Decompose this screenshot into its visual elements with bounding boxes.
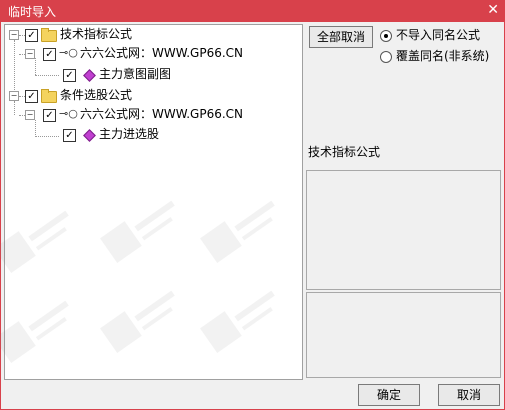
skip-duplicates-label[interactable]: 不导入同名公式 xyxy=(396,27,480,43)
tree-source-label: 六六公式网：WWW.GP66.CN xyxy=(80,46,244,60)
formula-icon xyxy=(83,129,96,142)
watermark-logo xyxy=(0,300,69,363)
collapse-icon[interactable]: − xyxy=(9,91,19,101)
tree-formula-label: 主力意图副图 xyxy=(99,67,172,81)
watermark-logo xyxy=(0,210,69,273)
tree-connector xyxy=(35,136,59,137)
collapse-icon[interactable]: − xyxy=(9,30,19,40)
formula-icon xyxy=(83,69,96,82)
tree-connector xyxy=(14,101,15,115)
formula-checkbox[interactable]: ✓ xyxy=(63,129,76,142)
window-title: 临时导入 xyxy=(8,5,57,19)
deselect-all-button[interactable]: 全部取消 xyxy=(309,26,373,48)
source-checkbox[interactable]: ✓ xyxy=(43,109,56,122)
tree-group-label: 技术指标公式 xyxy=(60,27,133,41)
cancel-button[interactable]: 取消 xyxy=(438,384,500,406)
tree-connector xyxy=(35,120,36,137)
folder-icon xyxy=(41,28,57,42)
skip-duplicates-radio[interactable] xyxy=(380,30,392,42)
watermark-logo xyxy=(100,290,175,353)
title-bar: 临时导入 ✕ xyxy=(0,0,505,22)
overwrite-duplicates-radio[interactable] xyxy=(380,51,392,63)
key-icon: ⊸○ xyxy=(59,107,78,120)
watermark-logo xyxy=(200,200,275,263)
watermark-logo xyxy=(200,290,275,353)
ok-button[interactable]: 确定 xyxy=(358,384,420,406)
formula-info-box xyxy=(306,170,501,290)
formula-tree[interactable]: − ✓ 技术指标公式 − ✓ ⊸○ 六六公式网：WWW.GP66.CN ✓ 主力… xyxy=(0,24,303,380)
tree-formula-label: 主力进选股 xyxy=(99,127,160,141)
collapse-icon[interactable]: − xyxy=(25,110,35,120)
watermark-logo xyxy=(100,200,175,263)
tree-connector xyxy=(14,40,15,96)
close-icon[interactable]: ✕ xyxy=(487,1,499,19)
folder-icon xyxy=(41,89,57,103)
footer: 确定 取消 xyxy=(0,380,505,410)
details-section-label: 技术指标公式 xyxy=(308,145,381,159)
tree-connector xyxy=(35,75,59,76)
tree-connector xyxy=(35,58,36,75)
formula-checkbox[interactable]: ✓ xyxy=(63,69,76,82)
overwrite-duplicates-label[interactable]: 覆盖同名(非系统) xyxy=(396,48,489,64)
group-checkbox[interactable]: ✓ xyxy=(25,29,38,42)
source-checkbox[interactable]: ✓ xyxy=(43,48,56,61)
tree-group-label: 条件选股公式 xyxy=(60,88,133,102)
group-checkbox[interactable]: ✓ xyxy=(25,90,38,103)
collapse-icon[interactable]: − xyxy=(25,49,35,59)
tree-source-label: 六六公式网：WWW.GP66.CN xyxy=(80,107,244,121)
key-icon: ⊸○ xyxy=(59,46,78,59)
formula-description-box xyxy=(306,292,501,378)
